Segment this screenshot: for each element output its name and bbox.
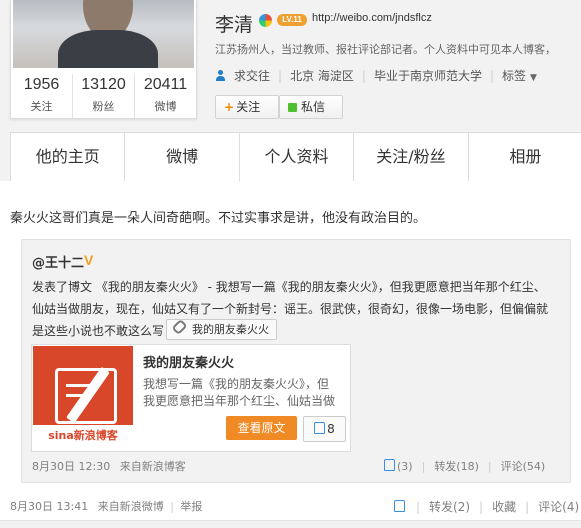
repost-text-line: 仙姑当做朋友，现在，仙姑又有了一个新封号：谣王。很武侠，很奇幻，很像一场电影，但… xyxy=(32,302,549,316)
repost-text-line: 是这些小说也不敢这么写 xyxy=(32,324,165,338)
education: 毕业于南京师范大学 xyxy=(373,69,482,83)
profile-nav: 他的主页 微博 个人资料 关注/粉丝 相册 xyxy=(10,132,581,182)
divider: | xyxy=(361,68,366,83)
following-count[interactable]: 1956 关注 xyxy=(11,74,73,118)
repost-footer: 8月30日 12:30 来自新浪博客 xyxy=(32,458,186,474)
message-button[interactable]: 私信 xyxy=(279,95,343,119)
link-icon xyxy=(171,318,188,336)
count-number: 1956 xyxy=(23,76,60,93)
repost-source[interactable]: 来自新浪博客 xyxy=(120,460,186,473)
profile-card: 1956 关注 13120 粉丝 20411 微博 xyxy=(10,0,197,119)
profile-name: 李清 xyxy=(215,14,254,36)
follow-button[interactable]: + 关注 xyxy=(215,95,279,119)
repost-forward-link[interactable]: 转发(18) xyxy=(434,458,479,474)
avatar[interactable] xyxy=(13,0,194,68)
link-chip-label: 我的朋友秦火火 xyxy=(192,323,269,336)
message-icon xyxy=(288,103,297,112)
tab-home[interactable]: 他的主页 xyxy=(11,133,126,181)
like-count: 8 xyxy=(327,422,335,436)
repost-time[interactable]: 8月30日 12:30 xyxy=(32,460,110,473)
repost-actions: (3) | 转发(18) | 评论(54) xyxy=(384,458,545,474)
weibo-count[interactable]: 20411 微博 xyxy=(135,74,196,118)
divider: | xyxy=(479,499,484,514)
blog-excerpt: 我想写一篇《我的朋友秦火火》，但 xyxy=(143,377,330,391)
location: 北京 海淀区 xyxy=(290,69,354,83)
post-footer: 8月30日 13:41 来自新浪微博 | 举报 xyxy=(10,498,202,514)
divider: | xyxy=(278,68,283,83)
collect-link[interactable]: 收藏 xyxy=(492,498,516,515)
divider: | xyxy=(416,499,421,514)
divider: | xyxy=(170,500,174,513)
blog-like-button[interactable]: 8 xyxy=(303,416,346,442)
divider: | xyxy=(421,459,426,473)
read-original-button[interactable]: 查看原文 xyxy=(226,416,297,440)
tab-album[interactable]: 相册 xyxy=(469,133,581,181)
post-actions: | 转发(2) | 收藏 | 评论(4) xyxy=(394,498,579,515)
count-label: 微博 xyxy=(154,100,177,113)
blog-excerpt: 我更愿意把当年那个红尘、仙姑当做 xyxy=(143,394,336,408)
profile-meta: 求交往 | 北京 海淀区 | 毕业于南京师范大学 | 标签 ▼ xyxy=(215,67,537,84)
tags-label: 标签 xyxy=(502,69,527,83)
followers-count[interactable]: 13120 粉丝 xyxy=(73,74,135,118)
count-label: 粉丝 xyxy=(92,100,115,113)
blog-title[interactable]: 我的朋友秦火火 xyxy=(143,352,234,371)
level-badge[interactable]: LV.11 xyxy=(277,14,307,26)
profile-counts: 1956 关注 13120 粉丝 20411 微博 xyxy=(11,74,196,118)
repost-text-line: 发表了博文 《我的朋友秦火火》 - 我想写一篇《我的朋友秦火火》，但我更愿意把当… xyxy=(32,280,546,294)
count-number: 20411 xyxy=(143,76,188,93)
message-label: 私信 xyxy=(301,100,326,114)
post-text: 秦火火这哥们真是一朵人间奇葩啊。不过实事求是讲，他没有政治目的。 xyxy=(10,211,427,226)
post-time[interactable]: 8月30日 13:41 xyxy=(10,500,88,513)
repost-like-button[interactable]: (3) xyxy=(384,459,413,473)
report-link[interactable]: 举报 xyxy=(180,500,202,513)
thumbs-up-icon xyxy=(394,499,405,512)
person-icon xyxy=(215,70,226,81)
tab-profile[interactable]: 个人资料 xyxy=(240,133,355,181)
post-source[interactable]: 来自新浪微博 xyxy=(98,500,164,513)
vip-icon[interactable] xyxy=(259,14,272,27)
follow-label: 关注 xyxy=(236,100,261,114)
divider: | xyxy=(525,499,530,514)
brand-label: sina新浪博客 xyxy=(33,425,133,447)
tab-weibo[interactable]: 微博 xyxy=(125,133,240,181)
like-count: (3) xyxy=(397,460,413,473)
tab-follow[interactable]: 关注/粉丝 xyxy=(354,133,469,181)
divider: | xyxy=(487,459,492,473)
repost-comment-link[interactable]: 评论(54) xyxy=(501,458,546,474)
count-label: 关注 xyxy=(30,100,53,113)
blog-link-chip[interactable]: 我的朋友秦火火 xyxy=(166,318,277,340)
profile-url[interactable]: http://weibo.com/jndsflcz xyxy=(312,12,432,24)
forward-link[interactable]: 转发(2) xyxy=(429,498,470,515)
plus-icon: + xyxy=(224,100,235,114)
repost-author[interactable]: @王十二 xyxy=(32,252,84,271)
comment-link[interactable]: 评论(4) xyxy=(538,498,579,515)
thumbs-up-icon xyxy=(314,422,326,434)
chevron-down-icon: ▼ xyxy=(530,73,537,83)
verified-icon[interactable]: V xyxy=(84,252,93,268)
thumbs-up-icon xyxy=(384,459,395,471)
tags-link[interactable]: 标签 ▼ xyxy=(502,67,537,84)
profile-bio: 江苏扬州人，当过教师、报社评论部记者。个人资料中可见本人博客， xyxy=(215,43,556,56)
blog-thumbnail[interactable]: sina新浪博客 xyxy=(33,346,133,447)
divider: | xyxy=(489,68,494,83)
count-number: 13120 xyxy=(81,76,126,93)
relationship-status: 求交往 xyxy=(234,69,271,83)
post-like-button[interactable] xyxy=(394,499,407,514)
